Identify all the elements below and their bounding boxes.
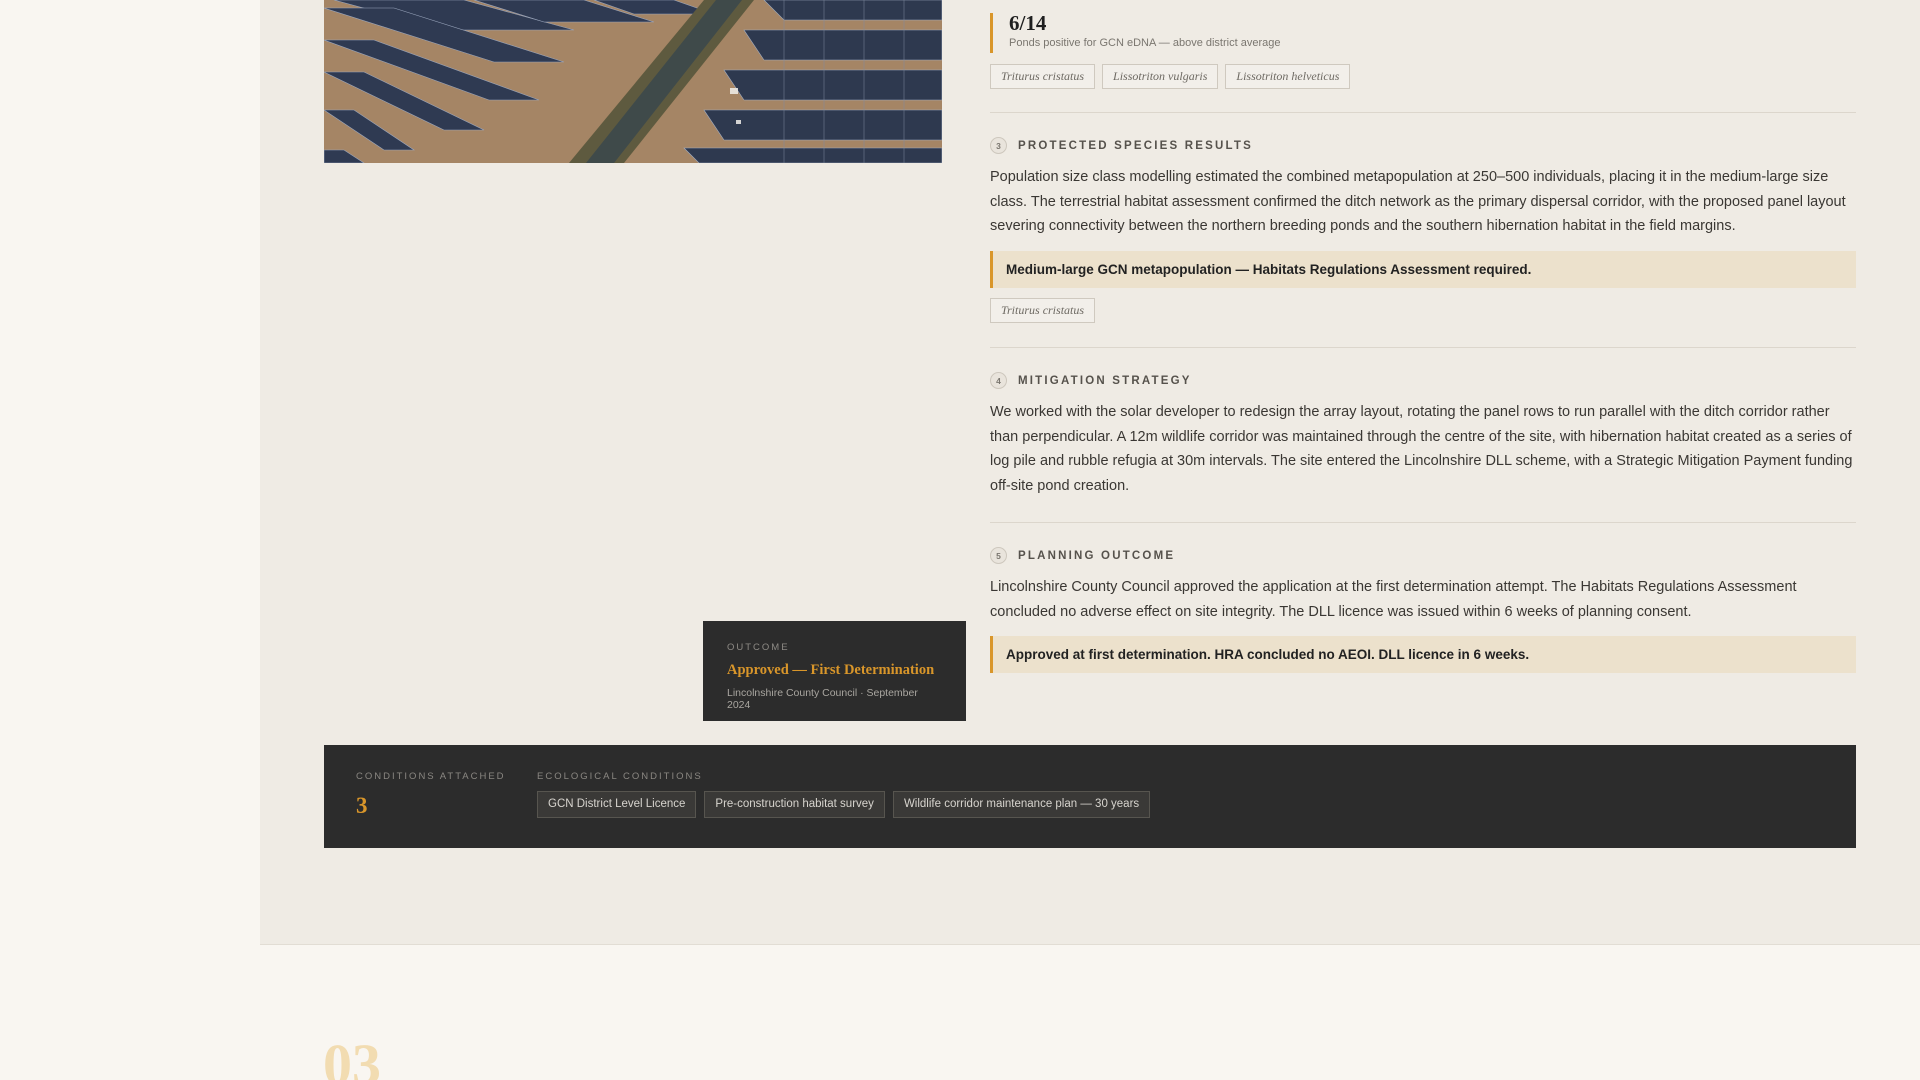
section-body: Lincolnshire County Council approved the… <box>990 579 1797 620</box>
conditions-count: 3 <box>356 793 368 818</box>
species-tag: Triturus cristatus <box>990 298 1096 323</box>
outcome-meta: Lincolnshire County Council · September … <box>727 687 918 711</box>
outcome-callout: Approved at first determination. HRA con… <box>990 636 1856 673</box>
outcome-title: Approved — First Determination <box>727 662 935 678</box>
section-number-badge: 4 <box>990 372 1007 389</box>
condition-tags: GCN District Level Licence Pre-construct… <box>537 791 1151 818</box>
species-tag: Lissotriton vulgaris <box>1102 64 1219 89</box>
section-number-badge: 5 <box>990 547 1007 564</box>
section-divider <box>990 347 1856 348</box>
species-tags-top: Triturus cristatus Lissotriton vulgaris … <box>990 64 1351 89</box>
key-finding-callout: Medium-large GCN metapopulation — Habita… <box>990 251 1856 288</box>
section-title: MITIGATION STRATEGY <box>1018 374 1192 387</box>
outcome-eyebrow: OUTCOME <box>727 642 790 653</box>
stat-label: Ponds positive for GCN eDNA — above dist… <box>1009 37 1281 49</box>
section-header-planning-outcome: 5 PLANNING OUTCOME <box>990 547 1175 564</box>
section-title: PLANNING OUTCOME <box>1018 549 1176 562</box>
section-header-mitigation: 4 MITIGATION STRATEGY <box>990 372 1192 389</box>
section-divider <box>990 522 1856 523</box>
condition-tag: Wildlife corridor maintenance plan — 30 … <box>892 791 1151 818</box>
species-tags-section: Triturus cristatus <box>990 298 1096 323</box>
next-section-number: 03 <box>323 1032 381 1080</box>
section-number-badge: 3 <box>990 137 1007 154</box>
section-title: PROTECTED SPECIES RESULTS <box>1018 139 1253 152</box>
conditions-count-label: CONDITIONS ATTACHED <box>356 771 506 782</box>
condition-tag: GCN District Level Licence <box>537 791 697 818</box>
section-divider <box>990 112 1856 113</box>
ecological-conditions-label: ECOLOGICAL CONDITIONS <box>537 771 703 782</box>
species-tag: Lissotriton helveticus <box>1225 64 1351 89</box>
section-body: We worked with the solar developer to re… <box>990 404 1853 494</box>
edna-stat: 6/14 Ponds positive for GCN eDNA — above… <box>990 11 1281 53</box>
section-body: Population size class modelling estimate… <box>990 169 1846 234</box>
species-tag: Triturus cristatus <box>990 64 1096 89</box>
condition-tag: Pre-construction habitat survey <box>704 791 885 818</box>
stat-value: 6/14 <box>1009 11 1047 35</box>
conditions-bar: CONDITIONS ATTACHED 3 ECOLOGICAL CONDITI… <box>324 745 1856 848</box>
project-photo-solar-farm <box>324 0 942 163</box>
outcome-card: OUTCOME Approved — First Determination L… <box>703 621 966 721</box>
section-header-protected-species: 3 PROTECTED SPECIES RESULTS <box>990 137 1253 154</box>
